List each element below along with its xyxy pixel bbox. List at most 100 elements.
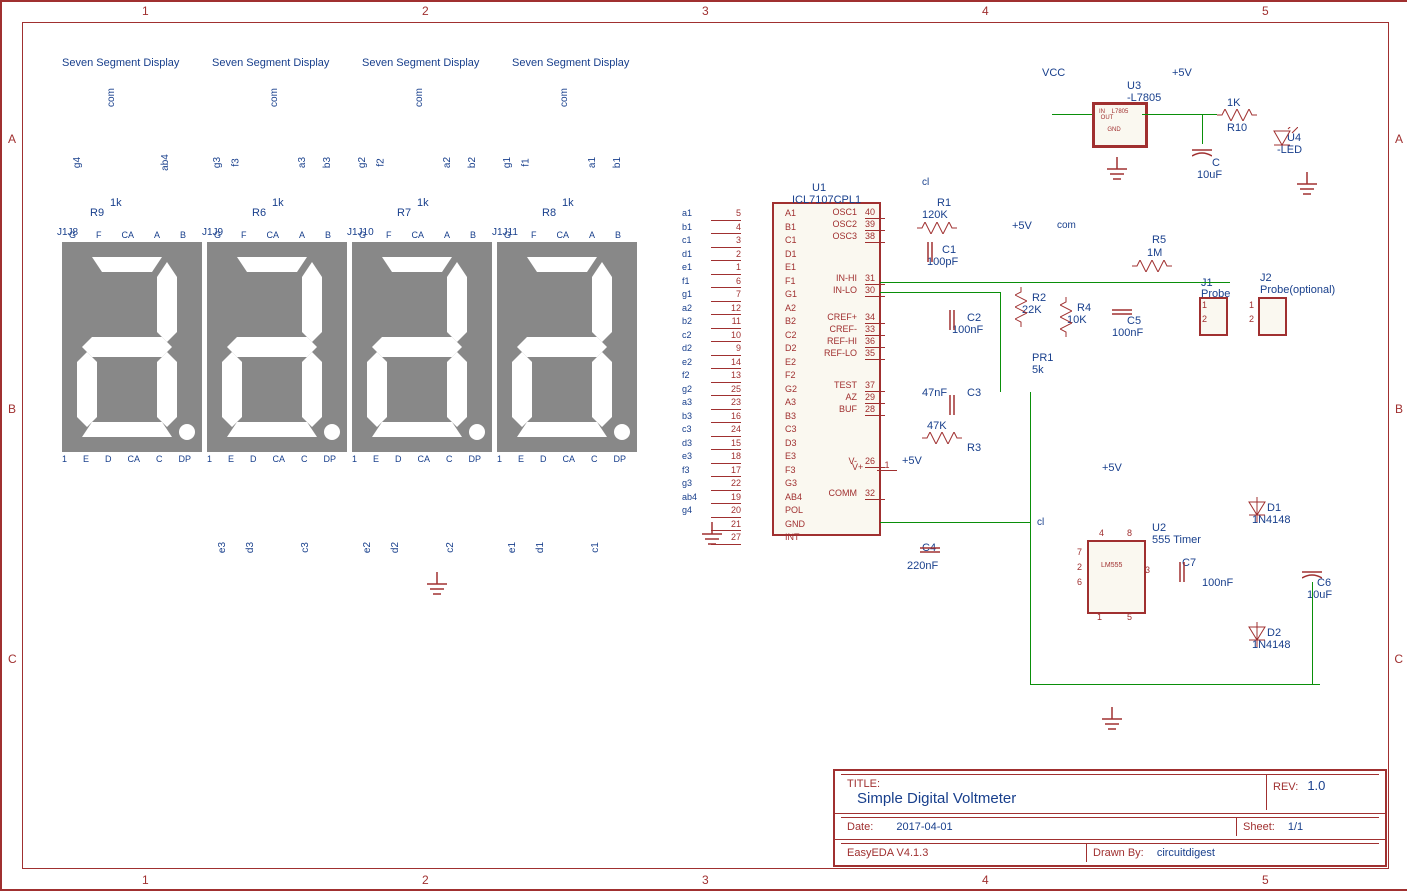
grid-col: 1 bbox=[142, 4, 149, 18]
ground-icon bbox=[697, 522, 727, 552]
display-title: Seven Segment Display bbox=[362, 57, 479, 69]
ground-icon bbox=[1102, 157, 1132, 187]
net: e3 bbox=[217, 542, 228, 553]
comp-ref: R4 bbox=[1077, 302, 1091, 314]
power: +5V bbox=[1102, 462, 1122, 474]
grid-col: 3 bbox=[702, 4, 709, 18]
capacitor-icon bbox=[942, 395, 962, 415]
capacitor-icon bbox=[1302, 564, 1322, 584]
display-title: Seven Segment Display bbox=[212, 57, 329, 69]
net: c1 bbox=[590, 542, 601, 553]
grid-row: A bbox=[8, 132, 16, 146]
comp-val: 10uF bbox=[1307, 589, 1332, 601]
power: +5V bbox=[902, 455, 922, 467]
grid-col: 2 bbox=[422, 4, 429, 18]
comp-ref: J2 bbox=[1260, 272, 1272, 284]
comp-val: 100nF bbox=[1112, 327, 1143, 339]
power-vcc: VCC bbox=[1042, 67, 1065, 79]
comp-ref: U3 bbox=[1127, 80, 1141, 92]
comp-ref: C bbox=[1212, 157, 1220, 169]
net: d3 bbox=[245, 542, 256, 553]
pin-row: GFCAAB bbox=[504, 230, 621, 240]
capacitor-icon bbox=[942, 310, 962, 330]
net: ab4 bbox=[160, 154, 171, 171]
resistor-icon bbox=[917, 222, 957, 234]
net: e2 bbox=[362, 542, 373, 553]
grid-col: 5 bbox=[1262, 873, 1269, 887]
power: +5V bbox=[1012, 220, 1032, 232]
seven-segment-1 bbox=[62, 242, 202, 452]
net: g1 bbox=[502, 157, 513, 168]
net: com bbox=[106, 88, 117, 107]
date-label: Date: bbox=[847, 821, 873, 833]
net: com bbox=[559, 88, 570, 107]
resistor-icon bbox=[1217, 109, 1257, 121]
res-val: 1k bbox=[272, 197, 284, 209]
pin-row: GFCAAB bbox=[69, 230, 186, 240]
grid-col: 3 bbox=[702, 873, 709, 887]
comp-val: 120K bbox=[922, 209, 948, 221]
seven-segment-2 bbox=[207, 242, 347, 452]
sheet-value: 1/1 bbox=[1288, 821, 1303, 833]
net: a1 bbox=[587, 157, 598, 168]
seven-segment-4 bbox=[497, 242, 637, 452]
date-value: 2017-04-01 bbox=[896, 821, 952, 833]
grid-row: B bbox=[1395, 402, 1403, 416]
pin-row: GFCAAB bbox=[214, 230, 331, 240]
comp-ref: C3 bbox=[967, 387, 981, 399]
net: e1 bbox=[507, 542, 518, 553]
ic-u2: LM555 bbox=[1087, 540, 1146, 614]
capacitor-icon bbox=[1112, 302, 1132, 322]
comp-ref: C1 bbox=[942, 244, 956, 256]
resistor-icon bbox=[1060, 297, 1072, 337]
grid-col: 2 bbox=[422, 873, 429, 887]
net: a2 bbox=[442, 157, 453, 168]
comp-ref: D1 bbox=[1267, 502, 1281, 514]
display-title: Seven Segment Display bbox=[512, 57, 629, 69]
net: g3 bbox=[212, 157, 223, 168]
seven-segment-3 bbox=[352, 242, 492, 452]
res-val: 1k bbox=[417, 197, 429, 209]
net: com bbox=[414, 88, 425, 107]
comp-ref: R5 bbox=[1152, 234, 1166, 246]
capacitor-icon bbox=[1192, 142, 1212, 162]
net: f1 bbox=[521, 158, 532, 166]
resistor-icon bbox=[922, 432, 962, 444]
comp-ref: D2 bbox=[1267, 627, 1281, 639]
net: b2 bbox=[467, 157, 478, 168]
ic-left-nets: a15A1 b14B1 c13C1 d12D1 e11E1 f16F1 g17G… bbox=[682, 207, 805, 545]
net: d1 bbox=[535, 542, 546, 553]
res-val: 1k bbox=[110, 197, 122, 209]
net: f2 bbox=[376, 158, 387, 166]
comp-val: 5k bbox=[1032, 364, 1044, 376]
comp-val: 220nF bbox=[907, 560, 938, 572]
ground-icon bbox=[422, 572, 452, 602]
comp-val: 47K bbox=[927, 420, 947, 432]
capacitor-icon bbox=[920, 242, 940, 262]
comp-val: 100nF bbox=[1202, 577, 1233, 589]
pin-row: 1EDCACDP bbox=[352, 454, 481, 464]
net: a3 bbox=[297, 157, 308, 168]
pin-row: 1EDCACDP bbox=[497, 454, 626, 464]
net: d2 bbox=[390, 542, 401, 553]
comp-val: 555 Timer bbox=[1152, 534, 1201, 546]
grid-col: 5 bbox=[1262, 4, 1269, 18]
net: b1 bbox=[612, 157, 623, 168]
pin-row: 1EDCACDP bbox=[62, 454, 191, 464]
net-cl: cl bbox=[922, 177, 929, 188]
pin: 1 bbox=[1249, 300, 1254, 310]
net: c2 bbox=[445, 542, 456, 553]
ground-icon bbox=[1097, 707, 1127, 737]
pin-row: GFCAAB bbox=[359, 230, 476, 240]
ic-ref: U1 bbox=[812, 182, 826, 194]
res-ref: R6 bbox=[252, 207, 266, 219]
net-com: com bbox=[1057, 220, 1076, 231]
comp-val: -L7805 bbox=[1127, 92, 1161, 104]
res-ref: R9 bbox=[90, 207, 104, 219]
net-cl: cl bbox=[1037, 517, 1044, 528]
sheet-label: Sheet: bbox=[1243, 821, 1275, 833]
res-val: 1k bbox=[562, 197, 574, 209]
led-icon bbox=[1270, 127, 1298, 155]
comp-ref: R10 bbox=[1227, 122, 1247, 134]
comp-ref: C2 bbox=[967, 312, 981, 324]
